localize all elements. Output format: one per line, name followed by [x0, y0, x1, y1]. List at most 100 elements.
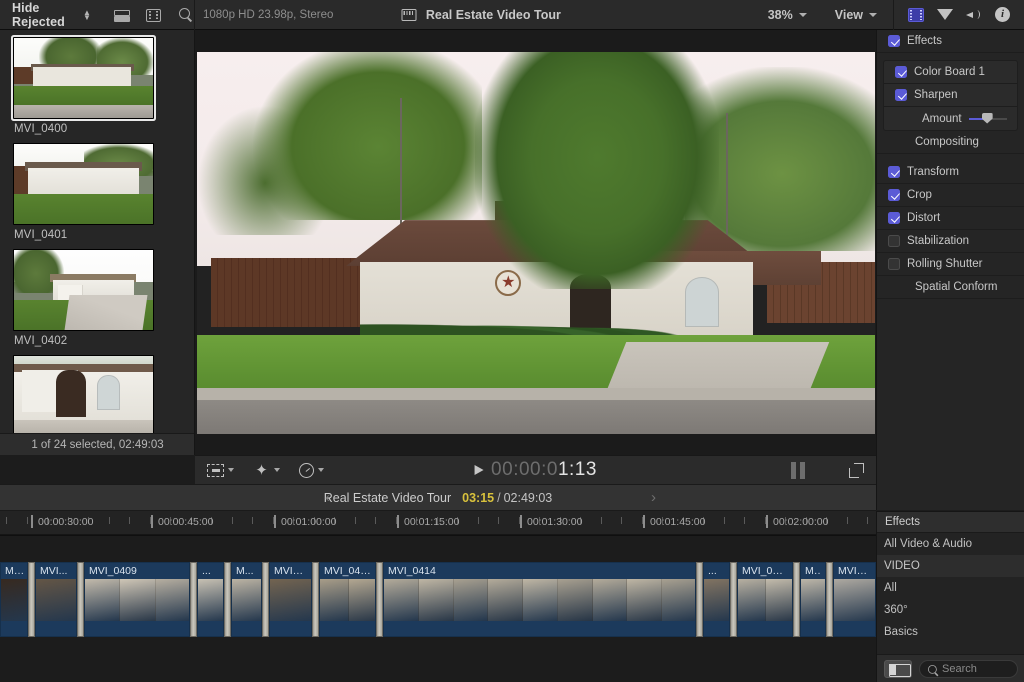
- effects-tool-group[interactable]: ✦: [253, 463, 280, 478]
- hide-rejected-dropdown[interactable]: Hide Rejected ▲▼: [12, 1, 91, 29]
- search-icon: [927, 664, 937, 674]
- timeline-clip[interactable]: MVI_0...: [269, 562, 312, 637]
- checkbox-effects[interactable]: [888, 35, 900, 47]
- up-down-stepper-icon[interactable]: ▲▼: [83, 10, 91, 20]
- effects-category-all-video-audio[interactable]: All Video & Audio: [877, 533, 1024, 555]
- chevron-down-icon[interactable]: [274, 468, 280, 472]
- color-inspector-icon[interactable]: [937, 9, 953, 20]
- chevron-left-icon[interactable]: ‹: [325, 489, 330, 506]
- clip-thumbnail[interactable]: [13, 249, 154, 331]
- chevron-down-icon[interactable]: [318, 468, 324, 472]
- clip-transition-handle[interactable]: [224, 562, 231, 637]
- filmstrip-view-icon[interactable]: [146, 9, 161, 22]
- timeline-clip-filmstrip: [36, 579, 76, 621]
- inspector-row-effects[interactable]: Effects: [877, 30, 1024, 53]
- info-inspector-icon[interactable]: i: [995, 7, 1010, 22]
- project-title: Real Estate Video Tour: [426, 8, 561, 22]
- checkbox-color-board-1[interactable]: [895, 66, 907, 78]
- timeline-clip[interactable]: ...: [197, 562, 224, 637]
- play-icon[interactable]: [474, 465, 483, 475]
- checkbox-distort[interactable]: [888, 212, 900, 224]
- search-icon[interactable]: [178, 7, 194, 23]
- sidebar-toggle-icon[interactable]: [884, 660, 912, 678]
- clip-item-0[interactable]: MVI_0400: [13, 37, 194, 135]
- inspector-row-crop[interactable]: Crop: [877, 184, 1024, 207]
- inspector-separator: [877, 154, 1024, 161]
- crop-tool-icon[interactable]: [207, 464, 224, 477]
- clip-item-2[interactable]: MVI_0402: [13, 249, 194, 347]
- clip-transition-handle[interactable]: [77, 562, 84, 637]
- timeline-clip[interactable]: M...: [231, 562, 262, 637]
- effects-category-basics[interactable]: Basics: [877, 621, 1024, 643]
- clip-transition-handle[interactable]: [262, 562, 269, 637]
- clip-transition-handle[interactable]: [376, 562, 383, 637]
- timeline-clip[interactable]: ...: [703, 562, 730, 637]
- effects-category-360[interactable]: 360°: [877, 599, 1024, 621]
- timeline-primary-storyline[interactable]: MVI...MVI...MVI_0409...M...MVI_0...MVI_0…: [0, 562, 876, 637]
- timeline-clip[interactable]: MVI_0416: [737, 562, 793, 637]
- search-input[interactable]: Search: [919, 660, 1018, 678]
- timeline-track-area[interactable]: MVI...MVI...MVI_0409...M...MVI_0...MVI_0…: [0, 535, 876, 682]
- timeline-clip[interactable]: MVI_0413: [319, 562, 376, 637]
- chevron-right-icon[interactable]: ›: [651, 489, 656, 506]
- checkbox-stabilization[interactable]: [888, 235, 900, 247]
- project-title-group[interactable]: Real Estate Video Tour: [402, 8, 561, 22]
- inspector-row-spatial-conform[interactable]: Spatial Conform: [877, 276, 1024, 299]
- speed-tool-group[interactable]: [299, 463, 324, 478]
- video-inspector[interactable]: Effects Color Board 1SharpenAmountComposi…: [876, 30, 1024, 510]
- view-dropdown[interactable]: View: [835, 8, 877, 22]
- amount-slider[interactable]: [969, 112, 1007, 126]
- clip-thumbnail[interactable]: [13, 143, 154, 225]
- chevron-down-icon[interactable]: [228, 468, 234, 472]
- zoom-level-dropdown[interactable]: 38%: [768, 8, 807, 22]
- clip-transition-handle[interactable]: [696, 562, 703, 637]
- clip-transition-handle[interactable]: [826, 562, 833, 637]
- clip-transition-handle[interactable]: [793, 562, 800, 637]
- inspector-row-amount[interactable]: Amount: [884, 107, 1017, 130]
- list-view-icon[interactable]: [113, 7, 129, 23]
- timeline-clip[interactable]: MVI...: [0, 562, 28, 637]
- inspector-row-compositing[interactable]: Compositing: [877, 131, 1024, 154]
- hide-rejected-label: Hide Rejected: [12, 1, 78, 29]
- inspector-row-color-board-1[interactable]: Color Board 1: [884, 61, 1017, 84]
- timeline-clip[interactable]: MVI_0417: [833, 562, 876, 637]
- inspector-row-sharpen[interactable]: Sharpen: [884, 84, 1017, 107]
- timeline-clip[interactable]: MVI_0409: [84, 562, 190, 637]
- checkbox-crop[interactable]: [888, 189, 900, 201]
- viewer-control-bar: ✦ 00:00:01:13: [195, 455, 876, 484]
- timeline-clip[interactable]: MVI_0414: [383, 562, 696, 637]
- clip-transition-handle[interactable]: [312, 562, 319, 637]
- inspector-row-stabilization[interactable]: Stabilization: [877, 230, 1024, 253]
- timeline-clip[interactable]: M...: [800, 562, 826, 637]
- video-inspector-icon[interactable]: [908, 8, 924, 22]
- audio-meter[interactable]: [791, 462, 805, 479]
- effects-browser[interactable]: Effects All Video & AudioVIDEOAll360°Bas…: [876, 511, 1024, 682]
- checkbox-rolling-shutter[interactable]: [888, 258, 900, 270]
- clip-thumbnail[interactable]: [13, 355, 154, 437]
- inspector-row-label: Rolling Shutter: [907, 258, 982, 270]
- clip-thumbnail[interactable]: [13, 37, 154, 119]
- clip-transition-handle[interactable]: [730, 562, 737, 637]
- inspector-row-transform[interactable]: Transform: [877, 161, 1024, 184]
- clip-browser[interactable]: MVI_0400 MVI_0401: [0, 30, 195, 455]
- checkbox-sharpen[interactable]: [895, 89, 907, 101]
- ruler-tick: [478, 517, 479, 524]
- clip-item-1[interactable]: MVI_0401: [13, 143, 194, 241]
- clip-transition-handle[interactable]: [28, 562, 35, 637]
- viewer-timecode-group[interactable]: 00:00:01:13: [474, 459, 597, 481]
- clip-transition-handle[interactable]: [190, 562, 197, 637]
- timeline-ruler[interactable]: 00:00:30:0000:00:45:0000:01:00:0000:01:1…: [0, 511, 876, 535]
- inspector-row-rolling-shutter[interactable]: Rolling Shutter: [877, 253, 1024, 276]
- effects-category-all[interactable]: All: [877, 577, 1024, 599]
- crop-tool-group[interactable]: [207, 464, 234, 477]
- effects-category-video[interactable]: VIDEO: [877, 555, 1024, 577]
- inspector-row-distort[interactable]: Distort: [877, 207, 1024, 230]
- timeline-clip[interactable]: MVI...: [35, 562, 77, 637]
- expand-fullscreen-icon[interactable]: [849, 463, 864, 478]
- checkbox-transform[interactable]: [888, 166, 900, 178]
- effects-wand-icon[interactable]: ✦: [253, 463, 270, 478]
- audio-inspector-icon[interactable]: [966, 8, 982, 22]
- effects-category-list[interactable]: All Video & AudioVIDEOAll360°Basics: [877, 533, 1024, 643]
- retime-speed-icon[interactable]: [299, 463, 314, 478]
- video-preview-image[interactable]: [197, 52, 875, 434]
